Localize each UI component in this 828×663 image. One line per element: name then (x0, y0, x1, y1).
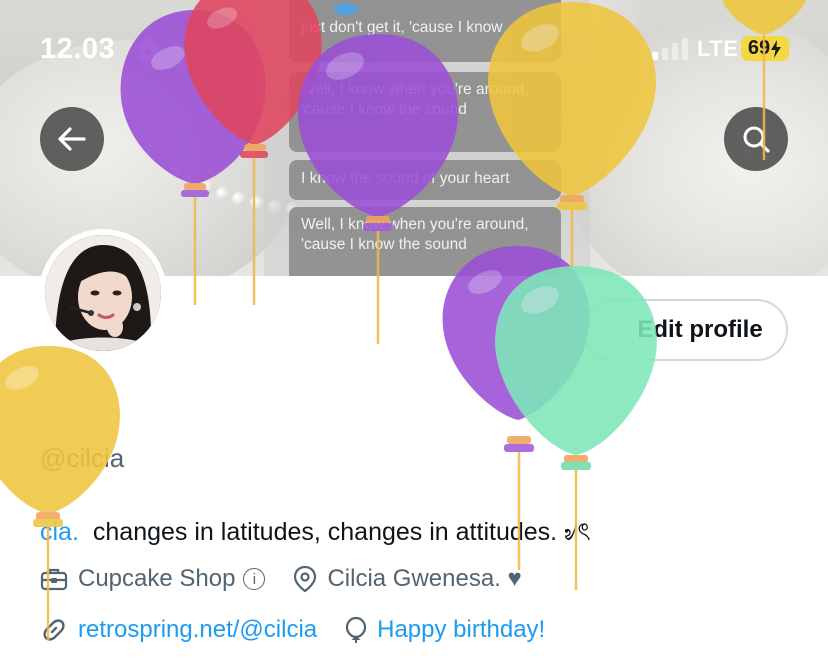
briefcase-icon (40, 568, 68, 591)
back-button[interactable] (40, 107, 104, 171)
avatar-portrait (45, 235, 161, 351)
bio-text: changes in latitudes, changes in attitud… (92, 518, 591, 546)
balloon-icon (346, 616, 367, 643)
profile-website[interactable]: retrospring.net/@cilcia (40, 616, 317, 644)
status-bar: 12.03 LTE 69 (0, 0, 828, 100)
network-type: LTE (697, 36, 739, 61)
search-button[interactable] (724, 107, 788, 171)
location-label: Cilcia Gwenesa. ♥ (327, 565, 522, 592)
edit-profile-button[interactable]: Edit profile (582, 299, 788, 361)
profile-handle: @cilcia (40, 443, 125, 473)
link-icon (43, 619, 65, 641)
battery-indicator: 69 (741, 36, 789, 61)
profile-category: Cupcake Shop i (40, 565, 266, 593)
profile-location: Cilcia Gwenesa. ♥ (293, 565, 522, 593)
profile-avatar[interactable] (39, 229, 167, 357)
category-label: Cupcake Shop (78, 565, 236, 592)
website-link[interactable]: retrospring.net/@cilcia (78, 616, 317, 644)
info-icon[interactable]: i (243, 568, 266, 590)
home-icon (135, 36, 161, 60)
balloon-icon (0, 346, 120, 640)
location-pin-icon (294, 565, 317, 593)
profile-bio: cia. changes in latitudes, changes in att… (40, 512, 591, 555)
charging-bolt-icon (771, 39, 782, 58)
profile-meta-row: Cupcake Shop i Cilcia Gwenesa. ♥ (40, 565, 550, 593)
signal-strength-icon (652, 38, 688, 60)
status-time: 12.03 (40, 33, 116, 65)
profile-birthday: Happy birthday! (345, 616, 545, 644)
profile-meta-row: retrospring.net/@cilcia Happy birthday! (40, 616, 573, 644)
search-icon (743, 126, 770, 153)
lyric-bubble: I know the sound of your heart (289, 160, 561, 200)
avatar-photo (45, 235, 161, 351)
battery-level: 69 (747, 37, 771, 59)
bio-mention-link[interactable]: cia. (40, 518, 79, 546)
arrow-left-icon (58, 127, 86, 151)
birthday-label: Happy birthday! (377, 616, 546, 643)
lyric-bubble: Well, I know when you're around, 'cause … (289, 207, 561, 276)
